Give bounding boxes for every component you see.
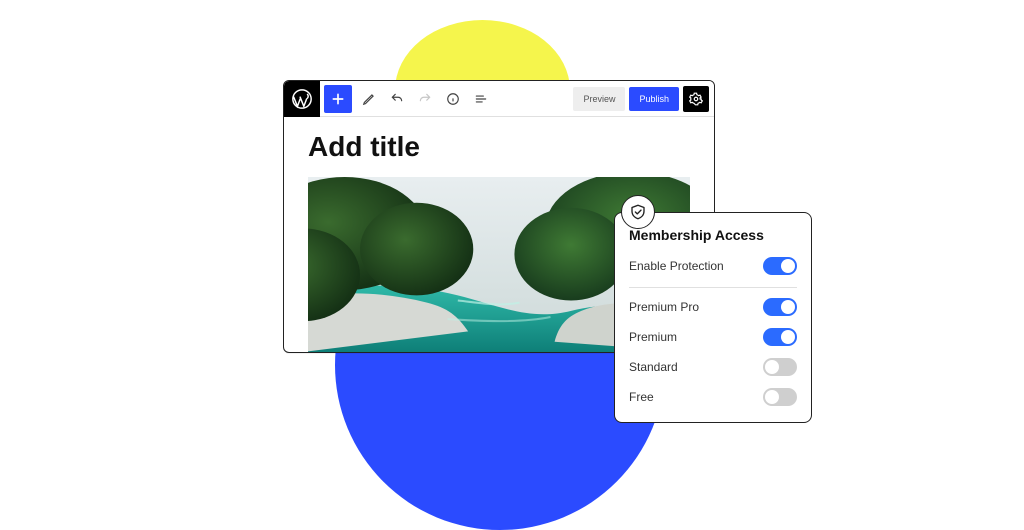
tier-toggle-standard[interactable]: [763, 358, 797, 376]
redo-icon[interactable]: [414, 85, 436, 113]
popover-heading: Membership Access: [629, 227, 797, 243]
tier-row-free: Free: [629, 382, 797, 412]
preview-label: Preview: [583, 94, 615, 104]
post-title-input[interactable]: Add title: [308, 131, 690, 163]
tier-toggle-free[interactable]: [763, 388, 797, 406]
wordpress-logo-icon[interactable]: [284, 81, 320, 117]
enable-protection-row: Enable Protection: [629, 251, 797, 281]
tier-label: Premium Pro: [629, 300, 699, 314]
tier-row-standard: Standard: [629, 352, 797, 382]
enable-protection-toggle[interactable]: [763, 257, 797, 275]
tier-label: Premium: [629, 330, 677, 344]
edit-icon[interactable]: [358, 85, 380, 113]
publish-button[interactable]: Publish: [629, 87, 679, 111]
tier-toggle-premium[interactable]: [763, 328, 797, 346]
enable-protection-label: Enable Protection: [629, 259, 724, 273]
membership-access-popover: Membership Access Enable Protection Prem…: [614, 212, 812, 423]
editor-toolbar: Preview Publish: [284, 81, 714, 117]
settings-button[interactable]: [683, 86, 709, 112]
tier-row-premium-pro: Premium Pro: [629, 292, 797, 322]
tier-row-premium: Premium: [629, 322, 797, 352]
publish-label: Publish: [639, 94, 669, 104]
preview-button[interactable]: Preview: [573, 87, 625, 111]
shield-icon: [621, 195, 655, 229]
tier-toggle-premium-pro[interactable]: [763, 298, 797, 316]
divider: [629, 287, 797, 288]
tier-label: Free: [629, 390, 654, 404]
tier-label: Standard: [629, 360, 678, 374]
add-block-button[interactable]: [324, 85, 352, 113]
gear-icon: [689, 92, 703, 106]
outline-icon[interactable]: [470, 85, 492, 113]
undo-icon[interactable]: [386, 85, 408, 113]
info-icon[interactable]: [442, 85, 464, 113]
